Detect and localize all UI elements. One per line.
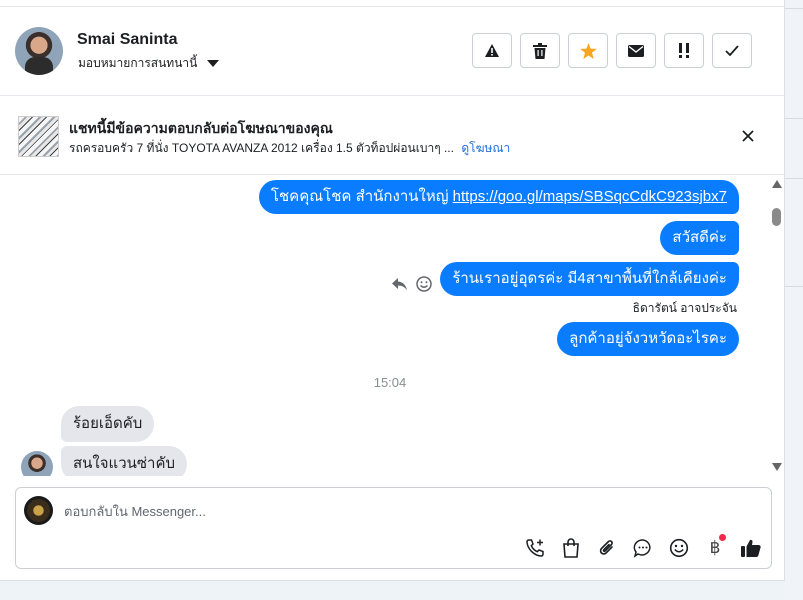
close-icon (742, 130, 754, 142)
conversation-panel: Smai Saninta มอบหมายการสนทนานี้ แชทนี้มี… (0, 0, 785, 581)
mark-unread-button[interactable] (616, 33, 656, 68)
outgoing-message[interactable]: ลูกค้าอยู่จังวหวัดอะไรคะ (557, 322, 739, 356)
outgoing-message[interactable]: สวัสดีค่ะ (660, 221, 739, 255)
star-button[interactable] (568, 33, 608, 68)
header-actions (472, 33, 752, 68)
outgoing-message[interactable]: โชคคุณโชค สำนักงานใหญ่ https://goo.gl/ma… (258, 180, 739, 214)
message-thread: โชคคุณโชค สำนักงานใหญ่ https://goo.gl/ma… (0, 176, 770, 476)
right-edge-panel (785, 0, 803, 600)
ad-banner-title: แชทนี้มีข้อความตอบกลับต่อโฆษณาของคุณ (69, 120, 333, 136)
scroll-down-arrow[interactable] (772, 463, 782, 471)
baht-icon: ฿ (709, 538, 721, 558)
notification-dot (719, 534, 726, 541)
assign-conversation-dropdown[interactable]: มอบหมายการสนทนานี้ (78, 54, 220, 73)
caret-down-icon (207, 60, 220, 67)
outgoing-message[interactable]: ร้านเราอยู่อุดรค่ะ มี4สาขาพื้นที่ใกล้เคี… (440, 262, 739, 296)
page-avatar (24, 496, 53, 525)
paperclip-icon (599, 540, 613, 555)
call-button[interactable] (523, 536, 547, 560)
thumbs-up-icon (741, 539, 761, 557)
incoming-message[interactable]: ร้อยเอ็ดคับ (61, 406, 155, 442)
close-banner-button[interactable] (738, 126, 758, 146)
attach-button[interactable] (595, 536, 619, 560)
reply-composer: ฿ (15, 487, 772, 569)
conversation-header: Smai Saninta มอบหมายการสนทนานี้ (0, 7, 785, 96)
reply-input[interactable] (64, 500, 754, 522)
view-ad-link[interactable]: ดูโฆษณา (461, 141, 510, 155)
ad-reply-banner: แชทนี้มีข้อความตอบกลับต่อโฆษณาของคุณ รถค… (0, 97, 785, 175)
priority-icon (679, 42, 689, 58)
mark-done-button[interactable] (712, 33, 752, 68)
shopping-bag-icon (563, 538, 579, 558)
reply-icon[interactable] (392, 277, 408, 291)
scrollbar-thumb[interactable] (772, 208, 781, 226)
send-like-button[interactable] (739, 536, 763, 560)
emoji-react-icon[interactable] (416, 276, 432, 292)
contact-avatar-small (21, 451, 53, 476)
incoming-message[interactable]: สนใจแวนซ่าคับ (61, 446, 188, 476)
message-timestamp: 15:04 (373, 375, 407, 390)
ad-banner-subtitle: รถครอบครัว 7 ที่นั่ง TOYOTA AVANZA 2012 … (69, 139, 510, 158)
saved-replies-button[interactable] (631, 536, 655, 560)
report-spam-button[interactable] (472, 33, 512, 68)
follow-up-button[interactable] (664, 33, 704, 68)
sender-name: ธิดารัตน์ อาจประจัน (632, 301, 737, 315)
phone-add-icon (526, 539, 544, 557)
emoji-icon (669, 538, 689, 558)
contact-name[interactable]: Smai Saninta (77, 31, 177, 49)
thread-scrollbar[interactable] (770, 176, 784, 474)
warning-icon (485, 44, 499, 57)
ad-description: รถครอบครัว 7 ที่นั่ง TOYOTA AVANZA 2012 … (69, 141, 454, 155)
star-icon (579, 42, 597, 59)
ad-thumbnail[interactable] (18, 116, 59, 157)
assign-label: มอบหมายการสนทนานี้ (78, 56, 198, 70)
chat-bubble-icon (633, 539, 651, 558)
emoji-button[interactable] (667, 536, 691, 560)
delete-button[interactable] (520, 33, 560, 68)
mail-icon (628, 44, 644, 57)
payment-button[interactable]: ฿ (703, 534, 727, 560)
scroll-up-arrow[interactable] (772, 180, 782, 188)
check-icon (725, 45, 739, 56)
shop-button[interactable] (559, 536, 583, 560)
message-hover-tools (392, 276, 432, 292)
trash-icon (533, 42, 547, 59)
contact-avatar[interactable] (15, 27, 63, 75)
composer-toolbar: ฿ (523, 534, 763, 560)
message-link[interactable]: https://goo.gl/maps/SBSqcCdkC923sjbx7 (453, 188, 727, 205)
